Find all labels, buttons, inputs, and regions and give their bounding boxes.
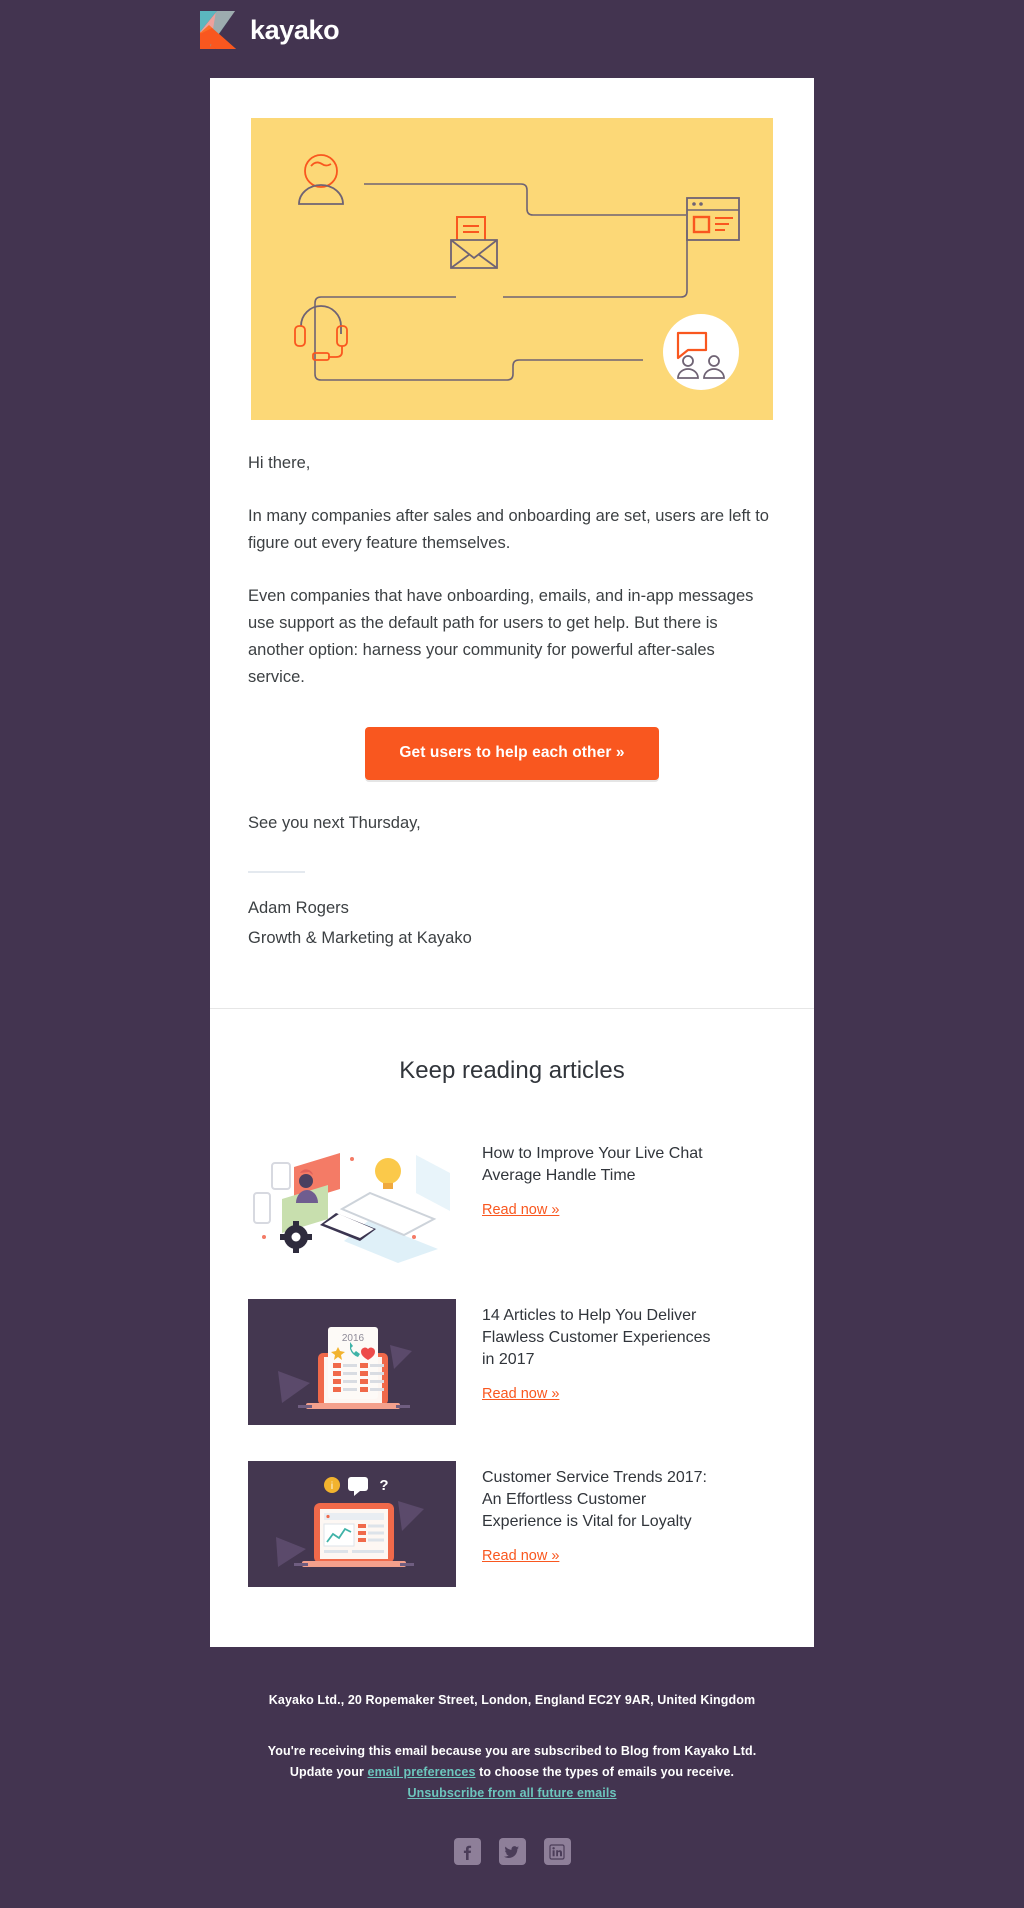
brand-logo[interactable]: kayako [200,11,340,49]
article-item[interactable]: How to Improve Your Live Chat Average Ha… [248,1137,776,1263]
hero-illustration [251,118,773,420]
article-item[interactable]: i ? Customer Service Trends 2017: An Eff… [248,1461,776,1587]
article-thumbnail[interactable]: 2016 [248,1299,456,1425]
article-title: How to Improve Your Live Chat Average Ha… [482,1145,703,1184]
article-title: Customer Service Trends 2017: An Effortl… [482,1469,707,1530]
signoff-text: See you next Thursday, [248,814,421,832]
read-now-link[interactable]: Read now » [482,1386,559,1402]
footer-address: Kayako Ltd., 20 Ropemaker Street, London… [268,1693,756,1707]
email-card: Hi there, In many companies after sales … [210,78,814,1647]
footer-subscription-block: You're receiving this email because you … [240,1741,784,1804]
email-header: kayako [0,0,1024,60]
signature-role: Growth & Marketing at Kayako [248,929,472,947]
article-thumbnail[interactable] [248,1137,456,1263]
cta-container: Get users to help each other » [210,727,814,780]
signature-block: See you next Thursday, Adam Rogers Growt… [210,810,814,952]
facebook-icon[interactable] [453,1838,481,1865]
unsubscribe-link[interactable]: Unsubscribe from all future emails [407,1786,616,1800]
signature-divider [248,871,305,873]
articles-section: Keep reading articles How to Improve You… [210,1009,814,1647]
brand-name: kayako [250,14,340,45]
footer-preferences-line: Update your email preferences to choose … [240,1762,784,1783]
article-text: How to Improve Your Live Chat Average Ha… [482,1137,714,1219]
cta-button[interactable]: Get users to help each other » [365,727,659,780]
email-copy: Hi there, In many companies after sales … [210,450,814,691]
article-item[interactable]: 2016 14 Articles to Help You Deliver Fla… [248,1299,776,1425]
kayako-k-logo-icon [200,11,237,49]
articles-section-title: Keep reading articles [399,1057,625,1084]
linkedin-icon[interactable] [543,1838,571,1865]
twitter-icon[interactable] [498,1838,526,1865]
read-now-link[interactable]: Read now » [482,1548,559,1564]
social-links [240,1838,784,1865]
email-body [210,78,814,420]
greeting-text: Hi there, [248,454,311,472]
article-thumbnail[interactable]: i ? [248,1461,456,1587]
article-text: 14 Articles to Help You Deliver Flawless… [482,1299,714,1403]
footer-unsubscribe-line: Unsubscribe from all future emails [240,1783,784,1804]
footer-preferences-prefix: Update your [289,1765,368,1779]
paragraph-1: In many companies after sales and onboar… [248,507,769,552]
signature-name: Adam Rogers [248,899,349,917]
article-title: 14 Articles to Help You Deliver Flawless… [482,1307,711,1368]
svg-text:i: i [331,1481,333,1492]
email-footer: Kayako Ltd., 20 Ropemaker Street, London… [210,1647,814,1865]
svg-text:?: ? [379,1477,388,1494]
read-now-link[interactable]: Read now » [482,1202,559,1218]
article-text: Customer Service Trends 2017: An Effortl… [482,1461,714,1565]
paragraph-2: Even companies that have onboarding, ema… [248,587,754,686]
footer-preferences-suffix: to choose the types of emails you receiv… [475,1765,735,1779]
email-page: kayako Hi there, In many companies after… [0,0,1024,1905]
email-preferences-link[interactable]: email preferences [368,1765,476,1779]
svg-text:2016: 2016 [342,1333,365,1344]
footer-subscription-notice: You're receiving this email because you … [267,1744,757,1758]
